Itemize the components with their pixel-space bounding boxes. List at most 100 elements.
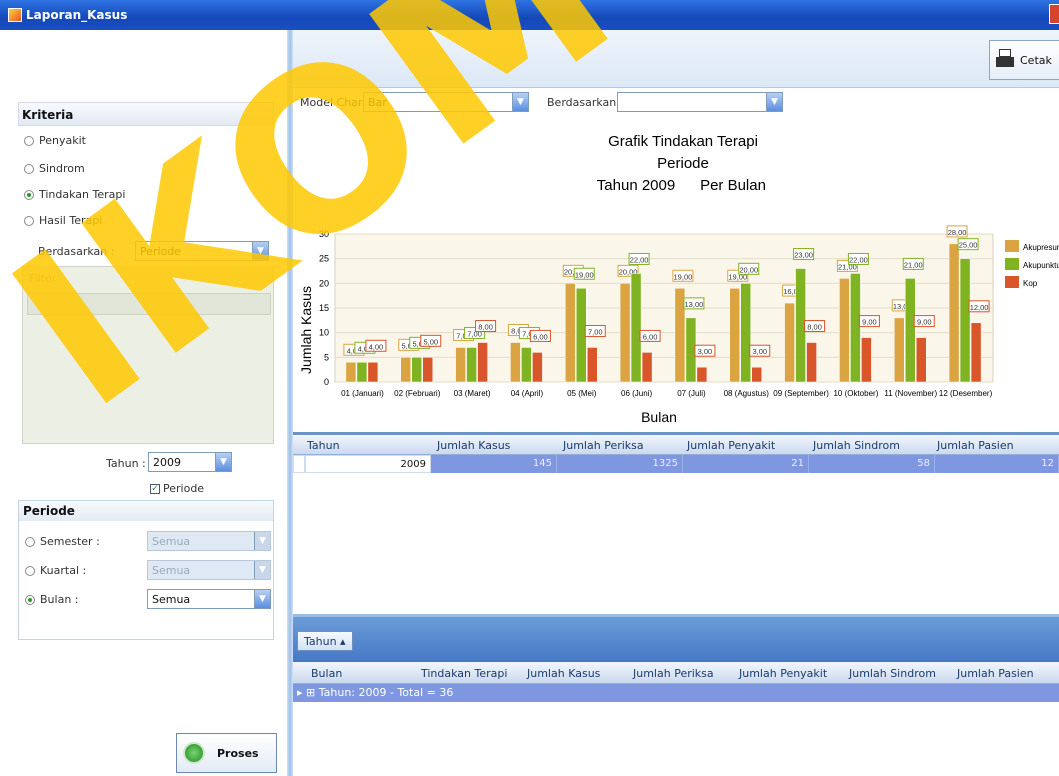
col-jumlah-periksa[interactable]: Jumlah Periksa	[563, 439, 644, 452]
data-label: 25,00	[959, 241, 978, 250]
col-jumlah-kasus[interactable]: Jumlah Kasus	[527, 667, 600, 680]
group-panel: Tahun ▴	[293, 614, 1059, 662]
y-tick-label: 0	[324, 377, 329, 387]
chart-xlabel: Bulan	[641, 409, 677, 425]
berdasarkan-combo[interactable]: Periode ▼	[135, 241, 269, 261]
data-label: 3,00	[752, 347, 767, 356]
criteria-heading: Kriteria	[22, 108, 74, 122]
periode-checkbox[interactable]: ✓ Periode	[150, 482, 204, 495]
filter-row[interactable]	[27, 293, 271, 315]
data-label: 5,00	[423, 337, 438, 346]
window-title: Laporan_Kasus	[26, 8, 128, 22]
y-tick-label: 10	[319, 328, 329, 338]
printer-icon	[996, 49, 1014, 71]
kuartal-combo[interactable]: Semua ▼	[147, 560, 271, 580]
data-label: 23,00	[794, 251, 813, 260]
bar	[466, 347, 477, 383]
bar	[916, 337, 927, 383]
bar	[806, 342, 817, 383]
expand-icon[interactable]: ▸ ⊞	[297, 686, 319, 699]
data-label: 6,00	[643, 332, 658, 341]
bar-chart: Grafik Tindakan Terapi Periode Tahun 200…	[298, 133, 1059, 425]
radio-kuartal[interactable]: Kuartal :	[25, 564, 86, 577]
group-row[interactable]: ▸ ⊞ Tahun: 2009 - Total = 36	[293, 684, 1059, 702]
y-tick-label: 30	[319, 229, 329, 239]
group-chip-tahun[interactable]: Tahun ▴	[297, 631, 353, 651]
y-tick-label: 15	[319, 303, 329, 313]
chevron-down-icon: ▼	[254, 590, 270, 608]
bar	[411, 357, 422, 383]
col-jumlah-penyakit[interactable]: Jumlah Penyakit	[687, 439, 775, 452]
chart-ylabel: Jumlah Kasus	[298, 286, 314, 374]
radio-hasil-terapi[interactable]: Hasil Terapi	[24, 214, 102, 227]
cetak-button[interactable]: Cetak	[989, 40, 1059, 80]
chart-title: Grafik Tindakan Terapi	[608, 133, 758, 150]
bar	[696, 366, 708, 383]
col-jumlah-pasien[interactable]: Jumlah Pasien	[937, 439, 1014, 452]
data-label: 9,00	[917, 318, 932, 327]
col-bulan[interactable]: Bulan	[311, 667, 342, 680]
semester-combo[interactable]: Semua ▼	[147, 531, 271, 551]
chart-area: Grafik Tindakan Terapi Periode Tahun 200…	[293, 116, 1059, 432]
model-chart-combo[interactable]: Bar ▼	[363, 92, 529, 112]
col-tahun[interactable]: Tahun	[307, 439, 340, 452]
legend-label: Akupresur	[1023, 243, 1059, 252]
chart-berdasarkan-combo[interactable]: ▼	[617, 92, 783, 112]
radio-bulan[interactable]: Bulan :	[25, 593, 79, 606]
bar	[959, 258, 971, 383]
col-jumlah-kasus[interactable]: Jumlah Kasus	[437, 439, 510, 452]
data-label: 21,00	[904, 260, 923, 269]
bar	[630, 273, 642, 383]
col-jumlah-pasien[interactable]: Jumlah Pasien	[957, 667, 1034, 680]
bulan-combo[interactable]: Semua ▼	[147, 589, 271, 609]
cell-pasien: 12	[935, 455, 1059, 473]
window-titlebar: Laporan_Kasus	[0, 0, 1059, 30]
bar	[641, 352, 653, 383]
x-tick-label: 06 (Juni)	[621, 389, 652, 398]
bar	[356, 362, 368, 383]
col-jumlah-sindrom[interactable]: Jumlah Sindrom	[813, 439, 900, 452]
data-label: 28,00	[948, 228, 967, 237]
checkbox-icon: ✓	[150, 483, 160, 494]
y-tick-label: 25	[319, 254, 329, 264]
top-toolbar: Cetak	[293, 30, 1059, 88]
detail-grid: Tahun ▴ Bulan Tindakan Terapi Jumlah Kas…	[293, 614, 1059, 776]
filter-box: Filter	[22, 266, 274, 444]
col-jumlah-sindrom[interactable]: Jumlah Sindrom	[849, 667, 936, 680]
radio-semester[interactable]: Semester :	[25, 535, 100, 548]
data-label: 22,00	[849, 255, 868, 264]
data-label: 6,00	[533, 332, 548, 341]
bar	[784, 302, 795, 383]
radio-tindakan-terapi[interactable]: Tindakan Terapi	[24, 188, 125, 201]
detail-grid-header: Bulan Tindakan Terapi Jumlah Kasus Jumla…	[293, 662, 1059, 684]
y-tick-label: 5	[324, 352, 329, 362]
radio-sindrom[interactable]: Sindrom	[24, 162, 85, 175]
legend-swatch	[1005, 240, 1019, 252]
bar	[861, 337, 872, 383]
bar	[948, 243, 960, 383]
col-jumlah-penyakit[interactable]: Jumlah Penyakit	[739, 667, 827, 680]
x-tick-label: 07 (Juli)	[677, 389, 706, 398]
radio-penyakit[interactable]: Penyakit	[24, 134, 86, 147]
chevron-down-icon: ▼	[252, 242, 268, 260]
x-tick-label: 02 (Februari)	[394, 389, 441, 398]
chevron-down-icon: ▼	[766, 93, 782, 111]
bar	[565, 283, 576, 383]
proses-button[interactable]: Proses	[176, 733, 277, 773]
tahun-combo[interactable]: 2009 ▼	[148, 452, 232, 472]
bar	[367, 362, 379, 383]
x-tick-label: 05 (Mei)	[567, 389, 597, 398]
col-tindakan-terapi[interactable]: Tindakan Terapi	[421, 667, 507, 680]
chart-subtitle-periode: Periode	[657, 155, 709, 172]
table-row[interactable]: 2009 145 1325 21 58 12	[293, 455, 1059, 473]
app-icon	[8, 8, 22, 22]
data-label: 8,00	[478, 323, 493, 332]
x-tick-label: 10 (Oktober)	[833, 389, 878, 398]
cell-periksa: 1325	[557, 455, 683, 473]
bar	[477, 342, 488, 383]
close-icon[interactable]	[1049, 4, 1059, 24]
col-jumlah-periksa[interactable]: Jumlah Periksa	[633, 667, 714, 680]
cell-kasus: 145	[431, 455, 557, 473]
bar	[619, 283, 631, 383]
left-panel: Kriteria Penyakit Sindrom Tindakan Terap…	[0, 30, 287, 776]
